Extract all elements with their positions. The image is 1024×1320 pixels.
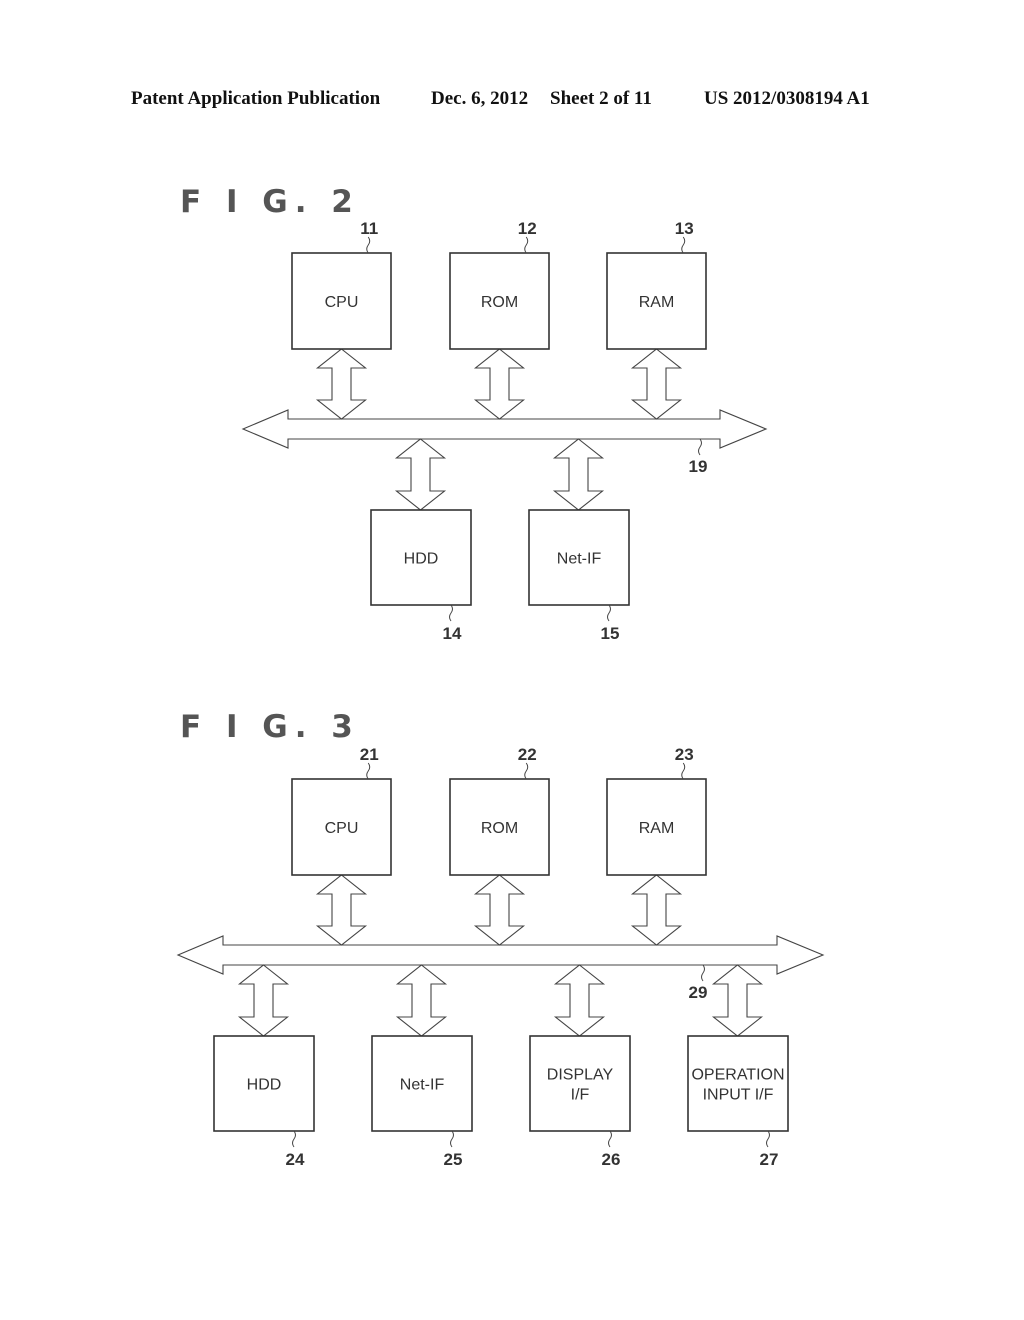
fig3-cpu-label: CPU [325, 820, 359, 837]
fig2-cpu-leader-line [366, 236, 371, 254]
fig3-top-link-arrow [630, 874, 683, 946]
fig3-hdd-label: HDD [247, 1077, 282, 1094]
fig3-operation-inputif-leader-line [766, 1130, 770, 1148]
fig3-rom-label: ROM [481, 820, 518, 837]
fig3-net-if-leader-line [450, 1130, 454, 1148]
fig2-net-if-leader-line [607, 604, 611, 622]
fig3-display-if-leader-line [608, 1130, 612, 1148]
fig2-hdd-label: HDD [404, 551, 439, 568]
fig3-operation-inputif-label: OPERATION [691, 1067, 784, 1084]
fig3-hdd-leader-line [292, 1130, 296, 1148]
fig2-ram-leader-line [681, 236, 686, 254]
fig2-rom-leader-line [524, 236, 529, 254]
fig3-net-if-label: Net-IF [400, 1077, 445, 1094]
fig3-cpu-ref-numeral: 21 [360, 745, 379, 764]
fig3-display-if-ref-numeral: 26 [602, 1150, 621, 1169]
fig2-cpu-label: CPU [325, 294, 359, 311]
fig3-top-link-arrow [315, 874, 368, 946]
fig3-bus-leader-line [701, 964, 705, 982]
fig2-top-link-arrow [473, 348, 526, 420]
fig3-cpu-leader-line [366, 762, 371, 780]
fig3-rom-leader-line [524, 762, 529, 780]
fig3-ram-leader-line [681, 762, 686, 780]
fig3-top-link-arrow [473, 874, 526, 946]
block-diagrams: 19 CPU 11 ROM 12 RAM 13 HDD 14 Net-IF 15 29 CPU 21 ROM… [176, 219, 825, 1169]
fig3-bus-ref-numeral: 29 [689, 983, 708, 1002]
fig3-bottom-link-arrow [711, 964, 764, 1037]
fig2-cpu-ref-numeral: 11 [360, 219, 378, 238]
fig3-net-if-ref-numeral: 25 [444, 1150, 463, 1169]
fig3-rom-ref-numeral: 22 [518, 745, 537, 764]
fig2-hdd-leader-line [449, 604, 453, 622]
fig2-net-if-ref-numeral: 15 [601, 624, 620, 643]
fig2-net-if-label: Net-IF [557, 551, 602, 568]
fig2-top-link-arrow [315, 348, 368, 420]
fig2-ram-ref-numeral: 13 [675, 219, 694, 238]
fig3-operation-inputif-ref-numeral: 27 [760, 1150, 779, 1169]
fig2-rom-label: ROM [481, 294, 518, 311]
fig3-operation-inputif-box [687, 1035, 789, 1132]
fig3-ram-ref-numeral: 23 [675, 745, 694, 764]
fig2-hdd-ref-numeral: 14 [443, 624, 462, 643]
fig3-display-if-box [529, 1035, 631, 1132]
fig3-ram-label: RAM [639, 820, 675, 837]
fig3-operation-inputif-label: INPUT I/F [703, 1087, 774, 1104]
fig3-display-if-label: DISPLAY [547, 1067, 614, 1084]
fig2-top-link-arrow [630, 348, 683, 420]
fig3-hdd-ref-numeral: 24 [286, 1150, 305, 1169]
fig3-bottom-link-arrow [553, 964, 606, 1037]
fig2-ram-label: RAM [639, 294, 675, 311]
fig2-rom-ref-numeral: 12 [518, 219, 537, 238]
fig3-display-if-label: I/F [571, 1087, 590, 1104]
fig3-bottom-link-arrow [395, 964, 448, 1037]
fig3-bottom-link-arrow [237, 964, 290, 1037]
fig2-bus-leader-line [698, 438, 702, 456]
fig2-bottom-link-arrow [394, 438, 447, 511]
fig2-bus-ref-numeral: 19 [689, 457, 708, 476]
fig2-bottom-link-arrow [552, 438, 605, 511]
